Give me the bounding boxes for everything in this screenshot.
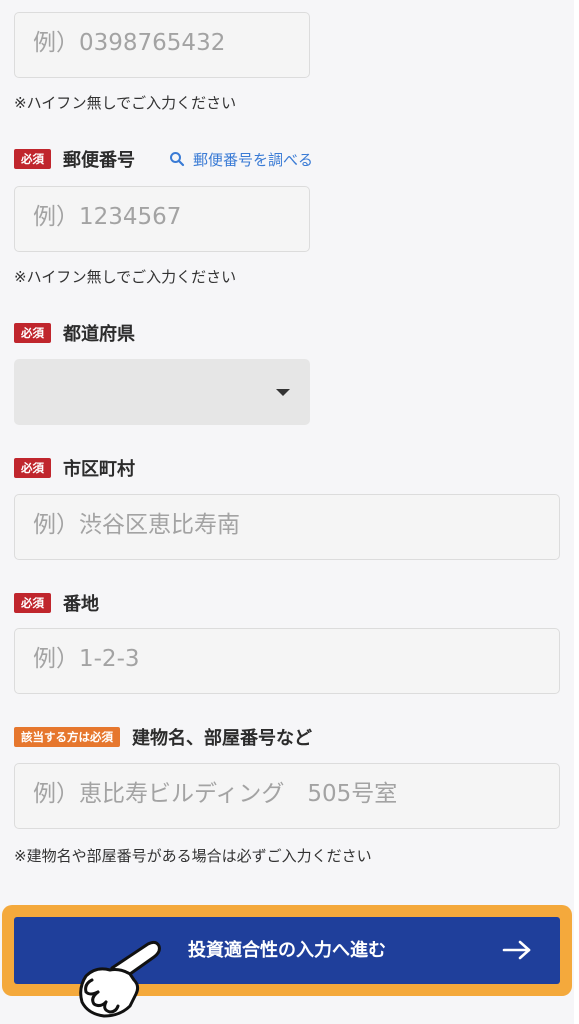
postal-placeholder: 例）1234567 (33, 204, 182, 230)
postal-input[interactable]: 例）1234567 (14, 186, 310, 252)
required-badge: 必須 (14, 593, 51, 613)
phone-placeholder: 例）0398765432 (33, 30, 226, 56)
address-label-row: 必須 番地 (14, 591, 99, 615)
address-label: 番地 (63, 594, 99, 615)
conditional-badge: 該当する方は必須 (14, 727, 120, 747)
city-input[interactable]: 例）渋谷区恵比寿南 (14, 494, 560, 560)
building-placeholder: 例）恵比寿ビルディング 505号室 (33, 781, 398, 807)
chevron-down-icon (276, 389, 290, 396)
city-placeholder: 例）渋谷区恵比寿南 (33, 512, 240, 538)
building-label-row: 該当する方は必須 建物名、部屋番号など (14, 725, 312, 749)
required-badge: 必須 (14, 149, 51, 169)
required-badge: 必須 (14, 458, 51, 478)
phone-note: ※ハイフン無しでご入力ください (14, 94, 237, 112)
pointing-hand-icon (79, 940, 161, 1018)
address-input[interactable]: 例）1-2-3 (14, 628, 560, 694)
form-page: 例）0398765432 ※ハイフン無しでご入力ください 必須 郵便番号 郵便番… (0, 0, 574, 1024)
postal-lookup-link[interactable]: 郵便番号を調べる (169, 149, 313, 170)
postal-lookup-label: 郵便番号を調べる (193, 150, 314, 169)
city-label: 市区町村 (63, 459, 135, 480)
prefecture-label: 都道府県 (63, 324, 135, 345)
address-placeholder: 例）1-2-3 (33, 646, 140, 672)
building-input[interactable]: 例）恵比寿ビルディング 505号室 (14, 763, 560, 829)
search-icon (170, 152, 185, 167)
arrow-right-icon (502, 940, 531, 960)
phone-input[interactable]: 例）0398765432 (14, 12, 310, 78)
building-label: 建物名、部屋番号など (132, 728, 312, 749)
prefecture-select[interactable] (14, 359, 310, 425)
postal-label: 郵便番号 (63, 150, 135, 171)
required-badge: 必須 (14, 323, 51, 343)
prefecture-label-row: 必須 都道府県 (14, 321, 135, 345)
postal-note: ※ハイフン無しでご入力ください (14, 268, 237, 286)
building-note: ※建物名や部屋番号がある場合は必ずご入力ください (14, 847, 372, 865)
city-label-row: 必須 市区町村 (14, 456, 135, 480)
postal-label-row: 必須 郵便番号 郵便番号を調べる (14, 147, 313, 171)
